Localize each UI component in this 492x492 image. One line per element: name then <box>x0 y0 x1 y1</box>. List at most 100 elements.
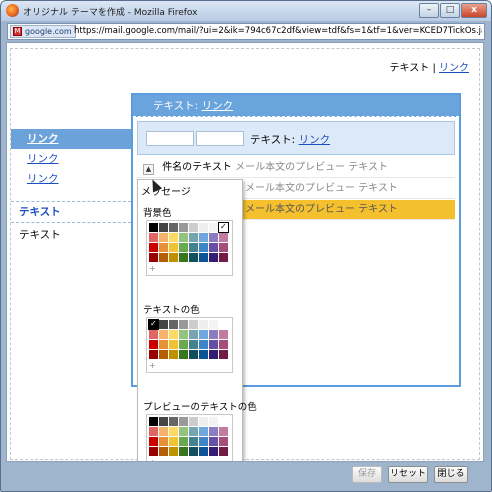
color-swatch[interactable] <box>219 320 228 329</box>
close-window-button[interactable]: x <box>461 3 487 18</box>
color-swatch[interactable] <box>199 320 208 329</box>
color-swatch[interactable] <box>169 447 178 456</box>
color-swatch[interactable] <box>209 447 218 456</box>
color-swatch[interactable] <box>149 253 158 262</box>
color-swatch[interactable] <box>219 243 228 252</box>
color-swatch[interactable] <box>159 340 168 349</box>
color-swatch[interactable] <box>199 447 208 456</box>
color-swatch[interactable] <box>169 427 178 436</box>
color-swatch[interactable] <box>149 350 158 359</box>
top-link[interactable]: リンク <box>439 63 469 74</box>
reset-button[interactable]: リセット <box>388 466 428 483</box>
close-button[interactable]: 閉じる <box>434 466 468 483</box>
color-swatch[interactable] <box>209 330 218 339</box>
color-swatch[interactable] <box>149 223 158 232</box>
color-swatch[interactable] <box>179 223 188 232</box>
add-custom-color-icon[interactable]: + <box>149 361 230 370</box>
color-swatch[interactable] <box>199 437 208 446</box>
color-swatch[interactable] <box>159 243 168 252</box>
color-swatch[interactable] <box>219 340 228 349</box>
color-swatch[interactable] <box>169 340 178 349</box>
color-swatch[interactable] <box>179 447 188 456</box>
color-swatch[interactable] <box>219 253 228 262</box>
color-swatch[interactable] <box>209 340 218 349</box>
color-swatch[interactable] <box>189 340 198 349</box>
color-swatch[interactable] <box>219 447 228 456</box>
color-swatch[interactable] <box>159 427 168 436</box>
color-swatch[interactable]: ✓ <box>148 319 159 330</box>
nav-link-label[interactable]: リンク <box>27 173 59 185</box>
color-swatch[interactable] <box>209 417 218 426</box>
toolbar-link[interactable]: リンク <box>299 134 331 146</box>
color-swatch[interactable] <box>169 223 178 232</box>
color-swatch[interactable] <box>199 427 208 436</box>
color-swatch[interactable] <box>169 330 178 339</box>
header-link[interactable]: リンク <box>202 100 234 112</box>
color-swatch[interactable] <box>209 350 218 359</box>
color-swatch[interactable]: ✓ <box>218 222 229 233</box>
color-swatch[interactable] <box>149 233 158 242</box>
site-identity-badge[interactable]: M google.com <box>10 25 76 38</box>
color-swatch[interactable] <box>149 427 158 436</box>
color-swatch[interactable] <box>209 320 218 329</box>
color-swatch[interactable] <box>159 437 168 446</box>
color-swatch[interactable] <box>189 350 198 359</box>
color-swatch[interactable] <box>149 437 158 446</box>
color-swatch[interactable] <box>199 330 208 339</box>
color-swatch[interactable] <box>199 223 208 232</box>
color-swatch[interactable] <box>149 340 158 349</box>
color-swatch[interactable] <box>179 330 188 339</box>
color-swatch[interactable] <box>219 417 228 426</box>
address-bar[interactable]: M google.com https://mail.google.com/mai… <box>7 23 485 40</box>
color-swatch[interactable] <box>179 350 188 359</box>
color-swatch[interactable] <box>189 437 198 446</box>
color-swatch[interactable] <box>159 253 168 262</box>
nav-link-label[interactable]: リンク <box>27 153 59 165</box>
color-swatch[interactable] <box>169 253 178 262</box>
color-swatch[interactable] <box>199 340 208 349</box>
nav-link-label[interactable]: リンク <box>27 133 59 145</box>
color-swatch[interactable] <box>189 243 198 252</box>
color-swatch[interactable] <box>159 320 168 329</box>
save-button[interactable]: 保存 <box>352 466 382 483</box>
color-swatch[interactable] <box>199 233 208 242</box>
add-custom-color-icon[interactable]: + <box>149 264 230 273</box>
color-swatch[interactable] <box>189 253 198 262</box>
color-swatch[interactable] <box>179 253 188 262</box>
color-swatch[interactable] <box>189 320 198 329</box>
color-swatch[interactable] <box>179 233 188 242</box>
nav-item-1[interactable]: リンク <box>11 129 131 149</box>
color-swatch[interactable] <box>209 233 218 242</box>
color-swatch[interactable] <box>199 243 208 252</box>
toolbar-field-1[interactable] <box>146 131 194 146</box>
color-swatch[interactable] <box>179 427 188 436</box>
color-swatch[interactable] <box>199 350 208 359</box>
color-swatch[interactable] <box>179 320 188 329</box>
color-swatch[interactable] <box>179 340 188 349</box>
mail-row[interactable]: ▲ 件名のテキスト メール本文のプレビュー テキスト <box>137 158 455 178</box>
color-swatch[interactable] <box>169 417 178 426</box>
color-swatch[interactable] <box>189 427 198 436</box>
add-custom-color-icon[interactable]: + <box>149 458 230 461</box>
color-swatch[interactable] <box>169 350 178 359</box>
minimize-button[interactable]: – <box>419 3 439 18</box>
color-swatch[interactable] <box>169 243 178 252</box>
color-swatch[interactable] <box>189 330 198 339</box>
color-swatch[interactable] <box>189 447 198 456</box>
color-swatch[interactable] <box>169 437 178 446</box>
color-swatch[interactable] <box>189 233 198 242</box>
color-swatch[interactable] <box>209 223 218 232</box>
color-swatch[interactable] <box>209 437 218 446</box>
color-swatch[interactable] <box>149 330 158 339</box>
color-swatch[interactable] <box>179 417 188 426</box>
color-swatch[interactable] <box>159 330 168 339</box>
color-swatch[interactable] <box>209 243 218 252</box>
color-swatch[interactable] <box>199 417 208 426</box>
color-swatch[interactable] <box>209 253 218 262</box>
color-swatch[interactable] <box>149 447 158 456</box>
nav-item-3[interactable]: リンク <box>11 169 131 189</box>
color-swatch[interactable] <box>219 427 228 436</box>
color-picker-toggle-icon[interactable]: ▲ <box>143 164 154 175</box>
color-swatch[interactable] <box>159 350 168 359</box>
color-swatch[interactable] <box>179 437 188 446</box>
